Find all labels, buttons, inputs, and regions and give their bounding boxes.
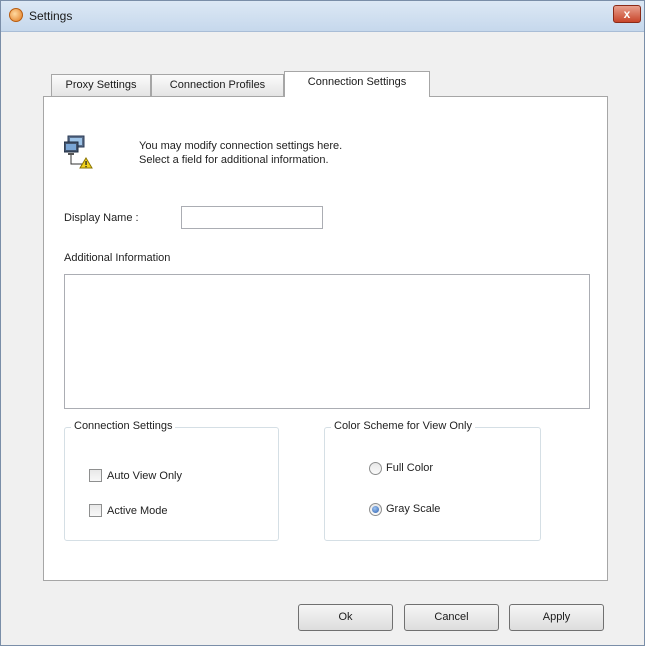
title-bar[interactable]: Settings x (1, 1, 644, 32)
full-color-label[interactable]: Full Color (386, 462, 433, 474)
active-mode-checkbox[interactable] (89, 504, 102, 517)
full-color-radio[interactable] (369, 462, 382, 475)
cancel-button[interactable]: Cancel (404, 604, 499, 631)
tab-connection-profiles[interactable]: Connection Profiles (151, 74, 284, 96)
apply-button[interactable]: Apply (509, 604, 604, 631)
additional-information-label: Additional Information (64, 252, 171, 264)
ok-button[interactable]: Ok (298, 604, 393, 631)
gray-scale-radio[interactable] (369, 503, 382, 516)
auto-view-only-checkbox[interactable] (89, 469, 102, 482)
window-title: Settings (29, 9, 73, 23)
color-scheme-legend: Color Scheme for View Only (331, 420, 475, 432)
network-connection-icon (64, 135, 93, 169)
auto-view-only-label[interactable]: Auto View Only (107, 470, 182, 482)
active-mode-label[interactable]: Active Mode (107, 505, 168, 517)
gray-scale-label[interactable]: Gray Scale (386, 503, 440, 515)
connection-settings-group: Connection Settings (64, 420, 279, 541)
tab-proxy-settings[interactable]: Proxy Settings (51, 74, 151, 96)
intro-line-2: Select a field for additional informatio… (139, 154, 329, 166)
display-name-field[interactable] (181, 206, 323, 229)
display-name-label: Display Name : (64, 212, 139, 224)
additional-information-field[interactable] (64, 274, 590, 409)
intro-line-1: You may modify connection settings here. (139, 140, 343, 152)
color-scheme-group: Color Scheme for View Only (324, 420, 541, 541)
connection-settings-legend: Connection Settings (71, 420, 176, 432)
close-button[interactable]: x (613, 5, 641, 23)
settings-window: Settings x Proxy Settings Connection Pro… (0, 0, 645, 646)
tab-connection-settings[interactable]: Connection Settings (284, 71, 430, 97)
app-icon (9, 8, 23, 22)
